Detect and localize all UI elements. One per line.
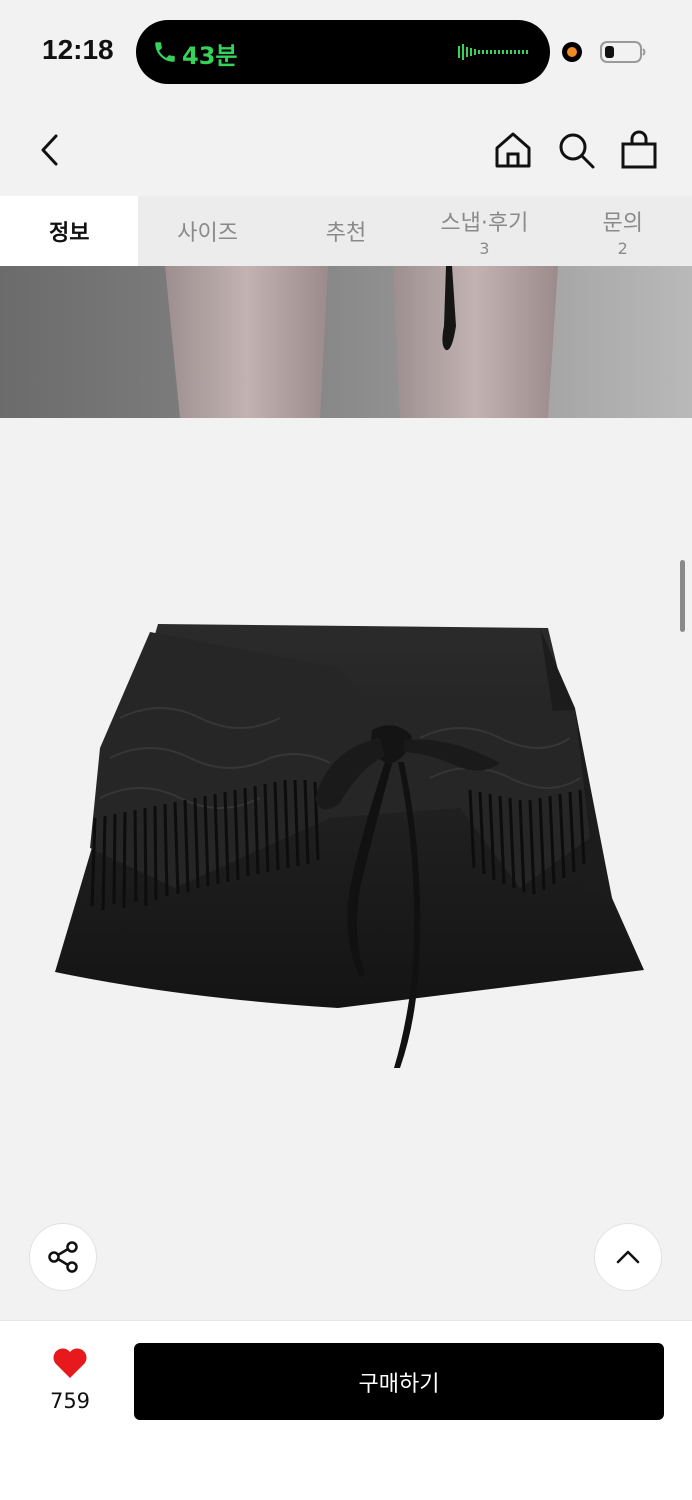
dynamic-island[interactable]: 43분 [136,20,550,84]
tab-label: 정보 [48,221,90,246]
share-button[interactable] [29,1223,97,1291]
purchase-bar: 759 구매하기 [0,1320,692,1500]
tab-label: 스냅·후기 [440,210,529,236]
back-icon[interactable] [36,132,64,168]
bag-icon[interactable] [620,130,658,170]
scroll-to-top-button[interactable] [594,1223,662,1291]
tab-inquiry[interactable]: 문의 2 [554,196,692,266]
black-fringe-mini-skirt-image [55,624,644,1068]
status-time: 12:18 [42,34,114,65]
share-icon [48,1241,78,1273]
model-photo [0,266,692,418]
tab-label: 사이즈 [177,221,238,246]
like-button[interactable]: 759 [40,1345,100,1415]
heart-icon [53,1348,87,1378]
call-duration: 43분 [182,42,238,70]
product-image-area [0,418,692,1320]
search-icon[interactable] [556,130,596,170]
phone-icon [155,42,175,62]
chevron-up-icon [616,1250,640,1264]
home-icon[interactable] [493,130,533,170]
tab-label: 문의 [602,210,643,236]
tab-count: 3 [479,238,490,258]
model-legs-image [0,266,692,418]
tab-snap-reviews[interactable]: 스냅·후기 3 [415,196,553,266]
tab-label: 추천 [325,221,367,246]
product-tabs: 정보 사이즈 추천 스냅·후기 3 문의 2 [0,196,692,266]
tab-recommend[interactable]: 추천 [277,196,415,266]
battery-icon [600,41,646,63]
tab-info[interactable]: 정보 [0,196,139,266]
status-bar: 12:18 43분 [0,0,692,104]
audio-waveform-icon [458,44,528,60]
tab-count: 2 [617,238,628,258]
buy-button[interactable]: 구매하기 [134,1343,664,1420]
tab-size[interactable]: 사이즈 [138,196,276,266]
recording-indicator-icon [562,42,582,62]
like-count: 759 [49,1389,91,1413]
top-navigation [0,104,692,196]
scrollbar-thumb[interactable] [680,560,685,632]
